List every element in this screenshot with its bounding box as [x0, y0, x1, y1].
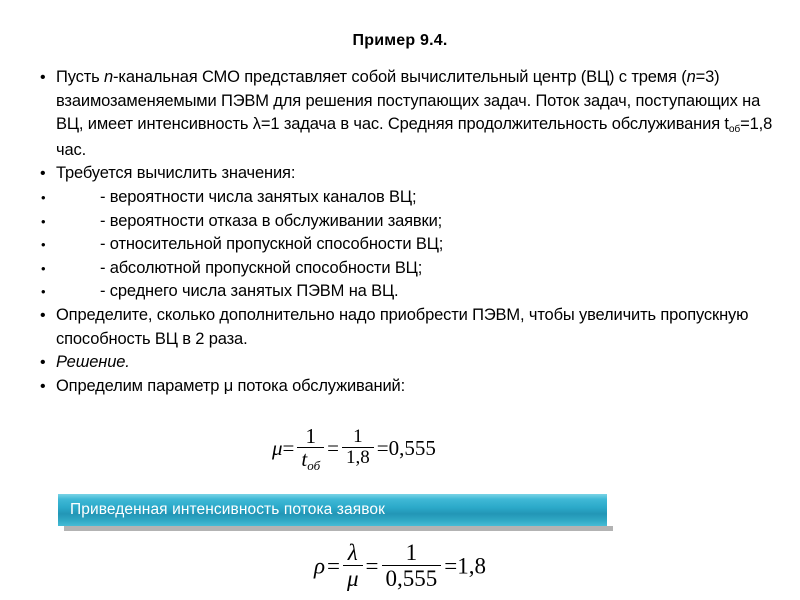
bullet-dot-icon: •: [40, 69, 46, 86]
fraction-denominator: tоб: [297, 447, 325, 473]
bullet-dot-icon: •: [40, 165, 46, 183]
list-item-label: Решение.: [56, 353, 130, 372]
formula-rho: ρ = λ μ = 1 0,555 =1,8: [0, 540, 800, 593]
highlight-banner-wrapper: Приведенная интенсивность потока заявок: [58, 494, 613, 531]
fraction-numerator: λ: [347, 540, 358, 565]
formula-mu-eq1: =: [282, 435, 295, 460]
fraction-denominator: 1,8: [341, 447, 374, 469]
bullet-dot-icon: •: [41, 213, 46, 229]
list-item-label: - вероятности отказа в обслуживании заяв…: [100, 211, 443, 230]
list-item: • - среднего числа занятых ПЭВМ на ВЦ.: [36, 280, 776, 304]
slide-canvas: Пример 9.4. • Пусть n-канальная СМО пред…: [0, 0, 800, 600]
fraction-denominator: 0,555: [381, 565, 442, 591]
banner-shadow: [64, 526, 613, 531]
bullet-dot-icon: •: [41, 284, 46, 300]
formula-rho-eq3: =: [444, 553, 458, 579]
list-item: • - вероятности числа занятых каналов ВЦ…: [36, 186, 776, 210]
list-item-label: - относительной пропускной способности В…: [100, 235, 444, 254]
formula-mu-result: 0,555: [388, 435, 436, 460]
text-segment-italic: n: [104, 68, 114, 86]
bullet-dot-icon: •: [41, 189, 46, 205]
list-item: • - абсолютной пропускной способности ВЦ…: [36, 257, 776, 281]
list-item: • - вероятности отказа в обслуживании за…: [36, 210, 776, 234]
bullet-dot-icon: •: [41, 237, 46, 253]
list-item-label: - вероятности числа занятых каналов ВЦ;: [100, 187, 417, 206]
formula-mu-fraction-2: 1 1,8: [341, 426, 374, 469]
formula-rho-lhs: ρ: [314, 553, 326, 579]
list-item: • Требуется вычислить значения:: [36, 162, 776, 186]
list-item-label: - среднего числа занятых ПЭВМ на ВЦ.: [100, 282, 399, 301]
list-item: • Пусть n-канальная СМО представляет соб…: [36, 66, 776, 162]
bullet-dot-icon: •: [40, 354, 46, 372]
formula-rho-fraction-1: λμ: [342, 540, 363, 591]
bullet-dot-icon: •: [40, 377, 46, 395]
bullet-dot-icon: •: [41, 260, 46, 276]
text-segment-subscript: об: [728, 124, 741, 136]
formula-rho-eq1: =: [326, 553, 340, 579]
highlight-banner: Приведенная интенсивность потока заявок: [58, 494, 607, 526]
list-item-label: Определите, сколько дополнительно надо п…: [56, 305, 749, 348]
formula-mu-eq3: =: [376, 435, 389, 460]
fraction-denominator-subscript: об: [307, 457, 321, 473]
formula-mu-eq2: =: [327, 435, 339, 460]
list-item-label: Требуется вычислить значения:: [56, 164, 296, 183]
text-segment: -канальная СМО представляет собой вычисл…: [113, 68, 687, 86]
formula-rho-result: 1,8: [457, 553, 486, 579]
list-item: • Определим параметр μ потока обслуживан…: [36, 375, 776, 399]
fraction-numerator: 1: [353, 426, 363, 448]
text-segment: Пусть: [56, 68, 105, 86]
list-item-label: - абсолютной пропускной способности ВЦ;: [100, 258, 423, 277]
formula-mu-lhs: μ: [272, 435, 283, 460]
page-title: Пример 9.4.: [352, 32, 448, 49]
text-segment-italic: n: [686, 68, 696, 86]
highlight-banner-label: Приведенная интенсивность потока заявок: [70, 501, 385, 518]
fraction-denominator: μ: [342, 565, 363, 591]
formula-mu: μ= 1 tоб = 1 1,8 =0,555: [272, 424, 436, 473]
formula-mu-fraction-1: 1 tоб: [297, 424, 325, 473]
formula-rho-fraction-2: 1 0,555: [381, 540, 442, 591]
fraction-numerator: 1: [405, 540, 418, 565]
list-item-label: Определим параметр μ потока обслуживаний…: [56, 376, 406, 395]
list-item: • Определите, сколько дополнительно надо…: [36, 304, 776, 351]
fraction-numerator: 1: [305, 424, 317, 448]
bullet-dot-icon: •: [40, 306, 46, 324]
formula-rho-eq2: =: [365, 553, 379, 579]
list-item-label: Пусть n-канальная СМО представляет собой…: [56, 68, 772, 159]
list-item: • - относительной пропускной способности…: [36, 233, 776, 257]
bullet-list: • Пусть n-канальная СМО представляет соб…: [36, 66, 776, 398]
list-item-solution: • Решение.: [36, 351, 776, 375]
